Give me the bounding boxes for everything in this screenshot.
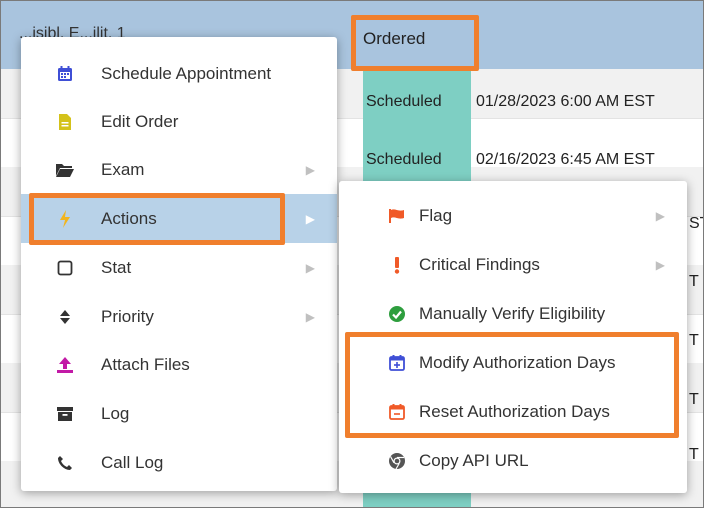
- submenu-item-label: Copy API URL: [419, 450, 529, 470]
- menu-item-label: Schedule Appointment: [101, 63, 272, 83]
- row-date-edge: T: [689, 391, 699, 408]
- menu-item-label: Attach Files: [101, 354, 190, 374]
- phone-icon: [55, 453, 75, 473]
- flag-icon: [387, 206, 407, 226]
- chevron-right-icon: ▶: [305, 162, 315, 177]
- row-date-edge: ST: [689, 215, 703, 232]
- highlight-actions-item: [29, 193, 285, 245]
- highlight-ordered-header: [351, 15, 479, 71]
- menu-item-call-log[interactable]: Call Log: [21, 438, 337, 487]
- chevron-right-icon: ▶: [305, 211, 315, 226]
- submenu-item-copy-api-url[interactable]: Copy API URL: [339, 436, 687, 485]
- menu-item-label: Edit Order: [101, 111, 179, 131]
- submenu-item-manually-verify-eligibility[interactable]: Manually Verify Eligibility: [339, 289, 687, 338]
- context-menu: Schedule Appointment Edit Order Exam ▶ A…: [21, 37, 337, 491]
- menu-item-exam[interactable]: Exam ▶: [21, 145, 337, 194]
- highlight-authorization-items: [345, 332, 679, 438]
- document-icon: [55, 112, 75, 132]
- row-date-edge: T: [689, 446, 699, 463]
- upload-icon: [55, 355, 75, 375]
- submenu-item-label: Flag: [419, 205, 453, 225]
- chevron-right-icon: ▶: [655, 257, 665, 272]
- row-status: Scheduled: [366, 151, 442, 168]
- menu-item-label: Priority: [101, 306, 154, 326]
- folder-open-icon: [55, 160, 75, 180]
- chrome-icon: [387, 451, 407, 471]
- menu-item-stat[interactable]: Stat ▶: [21, 243, 337, 292]
- row-status: Scheduled: [366, 93, 442, 110]
- menu-item-label: Exam: [101, 159, 145, 179]
- row-date: 02/16/2023 6:45 AM EST: [476, 151, 655, 168]
- submenu-item-label: Manually Verify Eligibility: [419, 303, 606, 323]
- screen-frame: ...isibl. E...ilit. 1 Ordered Scheduled …: [0, 0, 704, 508]
- menu-item-label: Call Log: [101, 452, 164, 472]
- checkbox-icon: [55, 258, 75, 278]
- menu-item-label: Log: [101, 403, 130, 423]
- chevron-right-icon: ▶: [655, 208, 665, 223]
- exclamation-icon: [387, 255, 407, 275]
- row-date: 01/28/2023 6:00 AM EST: [476, 93, 655, 110]
- menu-item-attach-files[interactable]: Attach Files: [21, 340, 337, 389]
- sort-icon: [55, 307, 75, 327]
- row-date-edge: T: [689, 273, 699, 290]
- chevron-right-icon: ▶: [305, 260, 315, 275]
- submenu-item-flag[interactable]: Flag ▶: [339, 191, 687, 240]
- submenu-item-critical-findings[interactable]: Critical Findings ▶: [339, 240, 687, 289]
- chevron-right-icon: ▶: [305, 309, 315, 324]
- submenu-item-label: Critical Findings: [419, 254, 540, 274]
- calendar-icon: [55, 64, 75, 84]
- menu-item-schedule-appointment[interactable]: Schedule Appointment: [21, 49, 337, 98]
- menu-item-log[interactable]: Log: [21, 389, 337, 438]
- menu-item-label: Stat: [101, 257, 132, 277]
- check-circle-icon: [387, 304, 407, 324]
- menu-item-edit-order[interactable]: Edit Order: [21, 97, 337, 146]
- archive-icon: [55, 404, 75, 424]
- menu-item-priority[interactable]: Priority ▶: [21, 292, 337, 341]
- row-date-edge: T: [689, 332, 699, 349]
